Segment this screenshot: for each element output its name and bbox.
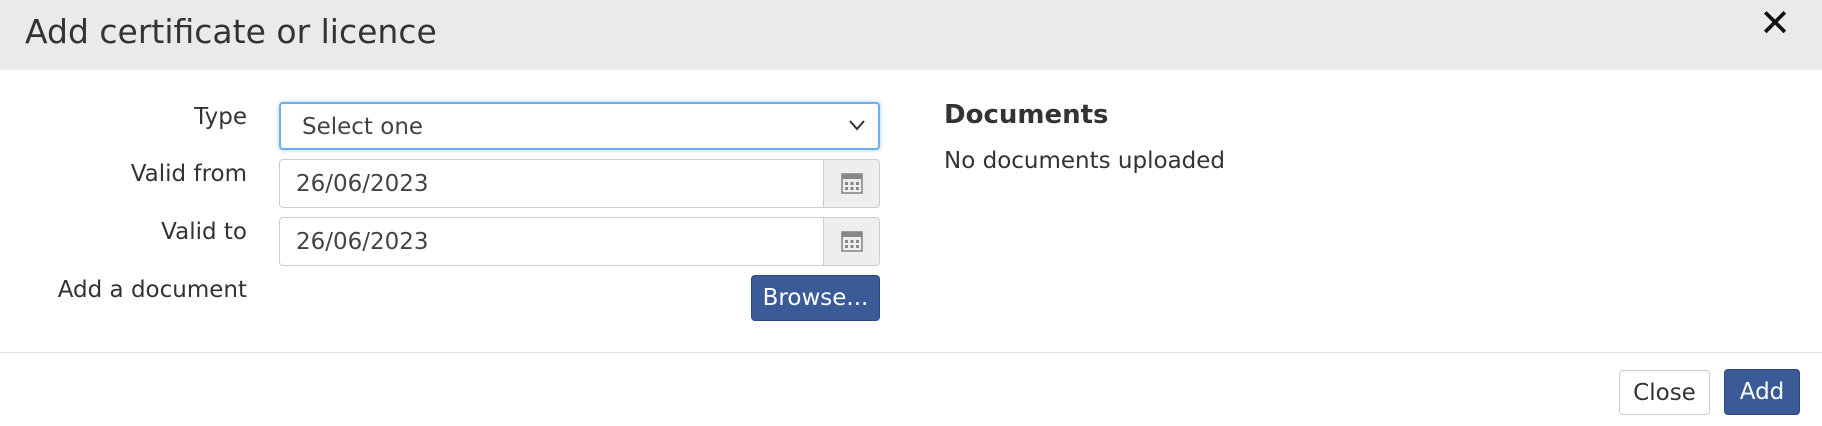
dialog-header: Add certificate or licence ✕: [0, 0, 1822, 70]
valid-from-calendar-button[interactable]: [823, 160, 879, 207]
add-document-label: Add a document: [57, 277, 247, 303]
valid-to-calendar-button[interactable]: [823, 218, 879, 265]
browse-button[interactable]: Browse...: [751, 275, 880, 321]
documents-heading: Documents: [944, 100, 1109, 130]
valid-to-input[interactable]: [280, 218, 825, 265]
dialog-title: Add certificate or licence: [25, 12, 437, 51]
valid-from-label: Valid from: [130, 161, 247, 187]
valid-from-input[interactable]: [280, 160, 825, 207]
add-certificate-dialog: Add certificate or licence ✕ Type Select…: [0, 0, 1822, 426]
type-select[interactable]: Select one: [279, 102, 880, 150]
add-button[interactable]: Add: [1724, 369, 1800, 415]
calendar-icon: [841, 231, 863, 252]
close-icon[interactable]: ✕: [1758, 3, 1792, 43]
documents-empty-text: No documents uploaded: [944, 148, 1226, 174]
valid-from-group: [279, 159, 880, 208]
footer-divider: [0, 352, 1822, 353]
valid-to-group: [279, 217, 880, 266]
type-select-value: Select one: [302, 114, 424, 140]
valid-to-label: Valid to: [161, 219, 247, 245]
chevron-down-icon: [849, 120, 865, 131]
calendar-icon: [841, 173, 863, 194]
type-label: Type: [194, 104, 247, 130]
close-button[interactable]: Close: [1619, 370, 1710, 415]
